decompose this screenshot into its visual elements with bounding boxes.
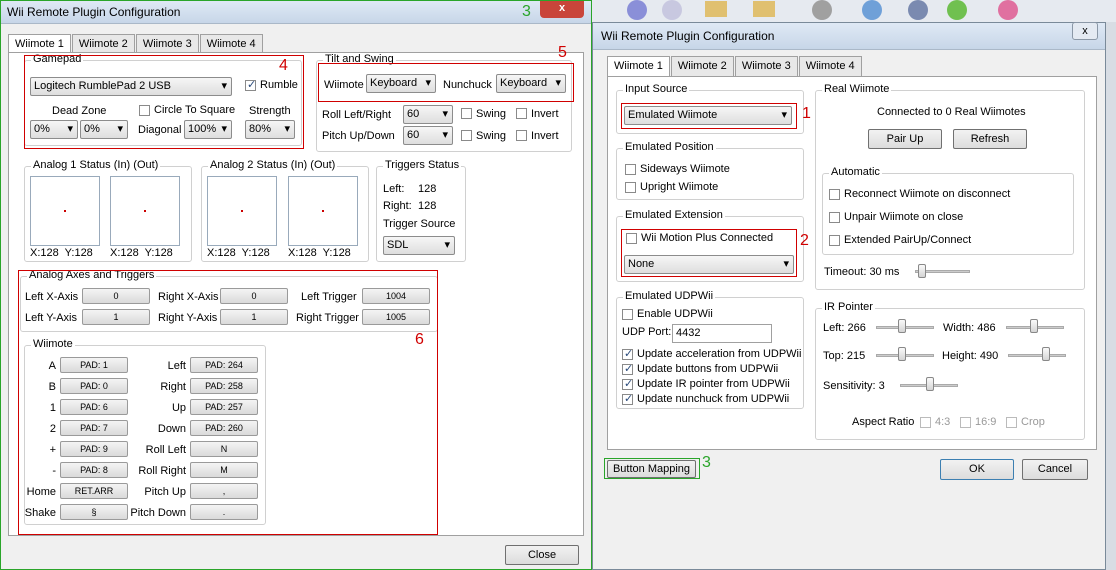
pair-up-button[interactable]: Pair Up: [868, 129, 942, 149]
play-icon[interactable]: [627, 0, 647, 20]
ir-height-slider-track: [1008, 354, 1066, 357]
annotation-number-1: 1: [802, 105, 811, 122]
button-mapping-button[interactable]: Button Mapping: [607, 460, 696, 478]
person-icon[interactable]: [998, 0, 1018, 20]
window-title: Wii Remote Plugin Configuration: [601, 29, 775, 43]
update-buttons-label: Update buttons from UDPWii: [637, 363, 779, 375]
annotation-box-green-left: [0, 0, 592, 570]
aspect-ratio-label: Aspect Ratio: [852, 416, 915, 428]
annotation-box-2: [621, 229, 797, 277]
update-ir-label: Update IR pointer from UDPWii: [637, 378, 790, 390]
close-icon: x: [1082, 25, 1088, 37]
gear-icon[interactable]: [812, 0, 832, 20]
ir-left-slider-thumb[interactable]: [898, 319, 906, 333]
ok-button[interactable]: OK: [940, 459, 1014, 480]
real-wiimote-status: Connected to 0 Real Wiimotes: [877, 106, 1026, 118]
timeout-slider-thumb[interactable]: [918, 264, 926, 278]
ir-height-label: Height: 490: [942, 350, 999, 362]
update-nunchuck-label: Update nunchuck from UDPWii: [637, 393, 790, 405]
stop-icon[interactable]: [662, 0, 682, 20]
speaker-icon[interactable]: [908, 0, 928, 20]
folder-icon[interactable]: [705, 1, 727, 17]
folder-icon[interactable]: [753, 1, 775, 17]
upright-wiimote-label: Upright Wiimote: [640, 181, 719, 193]
aspect-16-9-label: 16:9: [975, 416, 997, 428]
emulated-extension-label: Emulated Extension: [623, 209, 725, 221]
unpair-checkbox[interactable]: [829, 212, 840, 223]
extended-pairup-label: Extended PairUp/Connect: [844, 234, 972, 246]
right-window-titlebar: Wii Remote Plugin Configuration: [593, 23, 1105, 50]
sideways-wiimote-label: Sideways Wiimote: [640, 163, 730, 175]
ir-top-slider-thumb[interactable]: [898, 347, 906, 361]
tab-wiimote-3[interactable]: Wiimote 3: [734, 56, 798, 77]
aspect-4-3-checkbox[interactable]: [920, 417, 931, 428]
update-ir-checkbox[interactable]: [622, 377, 633, 390]
ir-left-label: Left: 266: [823, 322, 866, 334]
annotation-number-3-right: 3: [702, 454, 711, 471]
ir-width-label: Width: 486: [943, 322, 996, 334]
update-acceleration-label: Update acceleration from UDPWii: [637, 348, 802, 360]
unpair-label: Unpair Wiimote on close: [844, 211, 964, 223]
extended-pairup-checkbox[interactable]: [829, 235, 840, 246]
emulated-position-label: Emulated Position: [623, 141, 716, 153]
real-wiimote-label: Real Wiimote: [822, 83, 892, 95]
tab-wiimote-4[interactable]: Wiimote 4: [798, 56, 862, 77]
gamepad-icon[interactable]: [862, 0, 882, 20]
ir-height-slider-thumb[interactable]: [1042, 347, 1050, 361]
person-icon[interactable]: [947, 0, 967, 20]
sideways-wiimote-checkbox[interactable]: [625, 164, 636, 175]
input-source-label: Input Source: [623, 83, 690, 95]
udp-port-input[interactable]: 4432: [672, 324, 772, 343]
ir-sensitivity-label: Sensitivity: 3: [823, 380, 885, 392]
window-close-button[interactable]: x: [1072, 22, 1098, 40]
ir-width-slider-thumb[interactable]: [1030, 319, 1038, 333]
update-nunchuck-checkbox[interactable]: [622, 392, 633, 405]
crop-label: Crop: [1021, 416, 1045, 428]
udpwii-label: Emulated UDPWii: [623, 290, 716, 302]
upright-wiimote-checkbox[interactable]: [625, 182, 636, 193]
automatic-label: Automatic: [829, 166, 882, 178]
tab-wiimote-2[interactable]: Wiimote 2: [670, 56, 734, 77]
reconnect-checkbox[interactable]: [829, 189, 840, 200]
timeout-label: Timeout: 30 ms: [824, 266, 900, 278]
ir-sensitivity-slider-thumb[interactable]: [926, 377, 934, 391]
update-buttons-checkbox[interactable]: [622, 362, 633, 375]
ir-top-label: Top: 215: [823, 350, 866, 362]
reconnect-label: Reconnect Wiimote on disconnect: [844, 188, 1011, 200]
annotation-box-1: [621, 103, 797, 129]
update-acceleration-checkbox[interactable]: [622, 347, 633, 360]
crop-checkbox[interactable]: [1006, 417, 1017, 428]
aspect-16-9-checkbox[interactable]: [960, 417, 971, 428]
enable-udpwii-checkbox[interactable]: [622, 309, 633, 320]
annotation-number-3-left: 3: [522, 3, 531, 20]
ir-pointer-label: IR Pointer: [822, 301, 875, 313]
cancel-button[interactable]: Cancel: [1022, 459, 1088, 480]
udp-port-label: UDP Port:: [622, 326, 672, 338]
refresh-button[interactable]: Refresh: [953, 129, 1027, 149]
enable-udpwii-label: Enable UDPWii: [637, 308, 713, 320]
aspect-4-3-label: 4:3: [935, 416, 951, 428]
annotation-number-2: 2: [800, 232, 809, 249]
